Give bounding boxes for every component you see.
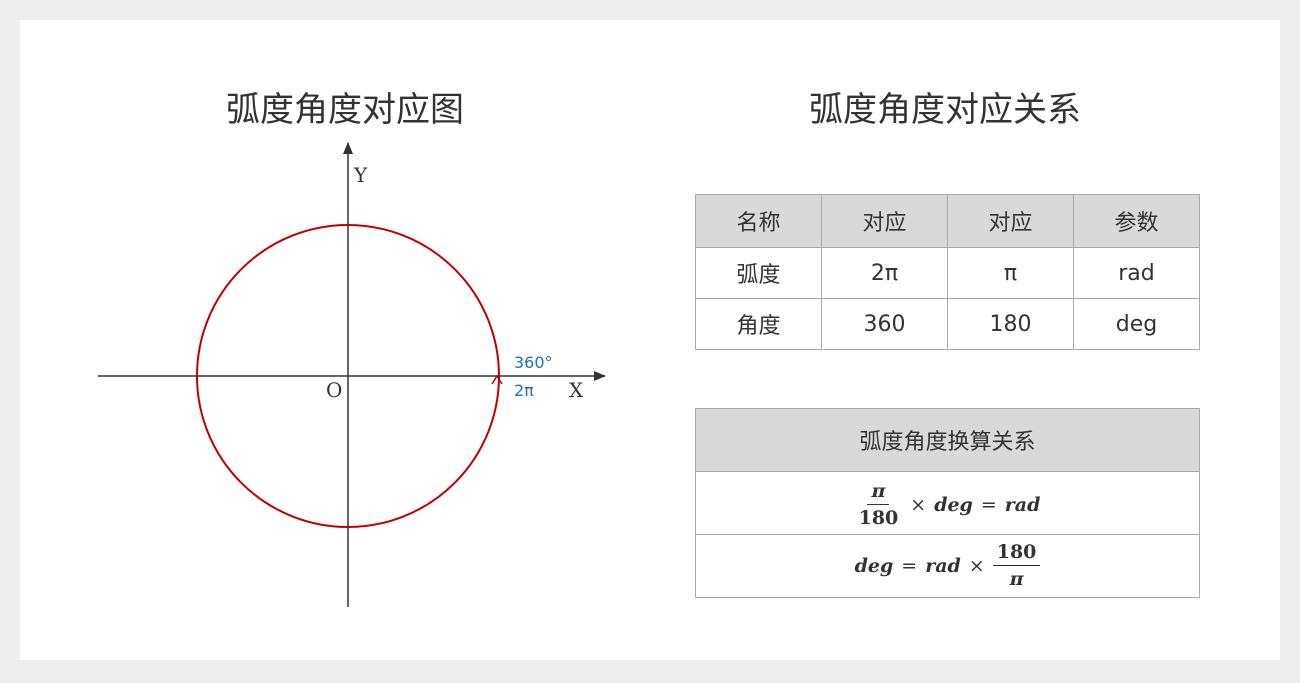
fraction-denominator: π [1009,568,1024,590]
table-cell: rad [1073,247,1200,299]
fraction: 180 π [992,543,1041,590]
rad-symbol: rad [1004,494,1041,516]
radian-mark-label: 2π [514,381,534,400]
table-header-row: 名称 对应 对应 参数 [695,194,1200,248]
degree-mark-label: 360° [514,353,553,372]
fraction: π 180 [855,482,903,528]
table-cell: 2π [821,247,948,299]
table-cell: deg [1073,298,1200,350]
x-axis-label: X [569,378,584,402]
times-sign: × [968,555,985,577]
table-cell: π [947,247,1074,299]
header-cell: 对应 [821,194,948,248]
table-cell: 角度 [695,298,822,350]
table-header-row: 弧度角度换算关系 [695,408,1200,472]
header-cell: 对应 [947,194,1074,248]
unit-circle-diagram: Y X O 360° 2π [98,142,606,607]
table-row: 弧度 2π π rad [695,247,1200,299]
fraction-denominator: 180 [858,507,899,529]
conversion-header: 弧度角度换算关系 [695,408,1200,472]
header-cell: 参数 [1073,194,1200,248]
times-sign: × [910,494,927,516]
header-cell: 名称 [695,194,822,248]
conversion-table: 弧度角度换算关系 π 180 × deg = rad deg = rad × 1… [695,408,1200,598]
origin-label: O [326,378,342,402]
deg-symbol: deg [854,555,894,577]
table-cell: 180 [947,298,1074,350]
rad-symbol: rad [925,555,961,577]
table-row: deg = rad × 180 π [695,534,1200,598]
equals-sign: = [980,494,997,516]
table-cell: 360 [821,298,948,350]
formula-deg-to-rad: π 180 × deg = rad [695,471,1200,535]
correspondence-table: 名称 对应 对应 参数 弧度 2π π rad 角度 360 180 deg [695,194,1200,350]
fraction-numerator: π [867,482,890,505]
equals-sign: = [901,555,918,577]
angle-marker-icon [491,374,503,385]
table-row: π 180 × deg = rad [695,471,1200,535]
y-axis-label: Y [353,163,368,187]
formula-rad-to-deg: deg = rad × 180 π [695,534,1200,598]
fraction-numerator: 180 [992,543,1041,566]
table-cell: 弧度 [695,247,822,299]
relation-title: 弧度角度对应关系 [809,90,1081,130]
deg-symbol: deg [934,494,973,516]
table-row: 角度 360 180 deg [695,298,1200,350]
